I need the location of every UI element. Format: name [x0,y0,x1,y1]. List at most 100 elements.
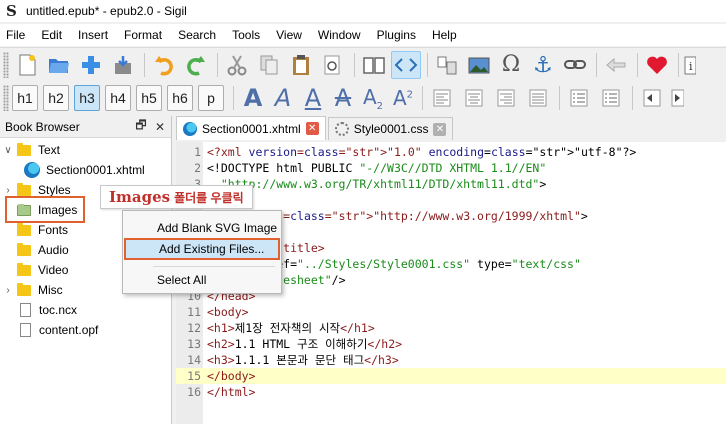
menu-edit[interactable]: Edit [33,24,70,46]
menu-view[interactable]: View [268,24,310,46]
new-file-icon [19,54,36,75]
tree-item-label: Audio [38,243,69,257]
menu-item-add-existing-files[interactable]: Add Existing Files... [124,238,280,260]
code-view-button[interactable] [391,50,421,79]
code-line[interactable]: 3 "http://www.w3.org/TR/xhtml11/DTD/xhtm… [176,176,726,192]
chevron-down-icon[interactable]: ∨ [3,145,13,156]
heading-h3-button[interactable]: h3 [74,85,100,111]
anchor-icon: ⚓ [533,51,553,77]
toolbar-separator [354,52,355,77]
images-highlight-box [5,196,85,223]
split-button[interactable] [432,51,462,79]
align-justify-button[interactable] [523,84,553,112]
italic-button[interactable]: A [268,84,298,112]
tab-section0001[interactable]: Section0001.xhtml ✕ [176,116,326,140]
menu-window[interactable]: Window [310,24,369,46]
heading-h4-button[interactable]: h4 [105,85,131,111]
code-line[interactable]: 2 <!DOCTYPE html PUBLIC "-//W3C//DTD XHTM… [176,160,726,176]
underline-button[interactable]: A [298,84,328,112]
indent-button[interactable] [669,84,685,112]
paste-button[interactable] [286,51,316,79]
tree-item-toc[interactable]: toc.ncx [20,300,77,320]
insert-special-char-button[interactable]: Ω [496,51,526,79]
subscript-button[interactable]: A2 [358,84,388,112]
heading-h5-button[interactable]: h5 [136,85,162,111]
bullet-list-button[interactable] [564,84,594,112]
context-menu: Add Blank SVG Image Add Existing Files..… [122,210,282,294]
preview-button[interactable] [318,51,348,79]
undo-button[interactable] [149,51,179,79]
back-button[interactable] [601,51,631,79]
heading-h1-button[interactable]: h1 [12,85,38,111]
tree-item-label: Text [38,143,61,157]
insert-image-button[interactable] [464,51,494,79]
strikethrough-button[interactable]: A [328,84,358,112]
code-text: <h2>1.1 HTML 구조 이해하기</h2> [207,337,403,351]
tree-item-audio[interactable]: Audio [3,240,69,260]
heading-h2-button[interactable]: h2 [43,85,69,111]
close-icon[interactable]: ✕ [433,122,447,136]
redo-button[interactable] [181,51,211,79]
close-icon[interactable]: ✕ [305,122,319,135]
chevron-right-icon[interactable]: › [3,185,13,196]
tree-item-misc[interactable]: › Misc [3,280,63,300]
open-folder-button[interactable] [44,51,74,79]
code-line[interactable]: 12 <h1>제1장 전자책의 시작</h1> [176,320,726,336]
open-folder-icon [49,58,69,73]
menu-search[interactable]: Search [170,24,224,46]
menu-plugins[interactable]: Plugins [369,24,424,46]
bold-button[interactable]: A [238,84,268,112]
tree-item-section0001[interactable]: Section0001.xhtml [24,160,145,180]
tree-item-label: Styles [38,183,71,197]
numbered-list-button[interactable] [596,84,626,112]
info-button[interactable]: i [683,51,697,79]
insert-id-button[interactable]: ⚓ [528,51,558,79]
insert-link-button[interactable] [560,51,590,79]
book-view-button[interactable] [359,51,389,79]
cut-button[interactable] [222,51,252,79]
save-button[interactable] [108,51,138,79]
outdent-icon [643,89,661,107]
code-line[interactable]: 13 <h2>1.1 HTML 구조 이해하기</h2> [176,336,726,352]
tree-item-video[interactable]: Video [3,260,68,280]
menu-help[interactable]: Help [424,24,465,46]
new-file-button[interactable] [12,51,42,79]
code-line[interactable]: 1 <?xml version=class="str">"1.0" encodin… [176,144,726,160]
add-button[interactable] [76,51,106,79]
folder-icon [17,142,31,156]
tree-item-fonts[interactable]: Fonts [3,220,68,240]
menu-item-select-all[interactable]: Select All [124,269,280,291]
tree-item-text[interactable]: ∨ Text [3,140,60,160]
menu-insert[interactable]: Insert [70,24,116,46]
paragraph-button[interactable]: p [198,85,224,111]
menu-tools[interactable]: Tools [224,24,268,46]
code-line[interactable]: 16 </html> [176,384,726,400]
menu-item-add-blank-svg[interactable]: Add Blank SVG Image [124,217,280,239]
edge-browser-icon [24,162,40,178]
title-bar: S untitled.epub* - epub2.0 - Sigil [0,0,726,22]
code-line[interactable]: 15 </body> [176,368,726,384]
donate-button[interactable] [642,51,672,79]
toolbar-grip[interactable] [3,85,9,111]
align-center-button[interactable] [459,84,489,112]
align-left-button[interactable] [427,84,457,112]
heading-h6-button[interactable]: h6 [167,85,193,111]
toolbar-grip[interactable] [3,51,9,78]
undock-icon[interactable]: 🗗 [133,116,149,137]
main-toolbar: Ω ⚓ i [0,47,726,81]
copy-button[interactable] [254,51,284,79]
align-right-button[interactable] [491,84,521,112]
menu-file[interactable]: File [0,24,33,46]
tab-label: Section0001.xhtml [202,121,301,136]
chevron-right-icon[interactable]: › [3,285,13,296]
close-icon[interactable]: ✕ [152,120,168,134]
tab-style0001[interactable]: Style0001.css ✕ [327,117,454,140]
outdent-button[interactable] [637,84,667,112]
code-line[interactable]: 11 <body> [176,304,726,320]
tree-item-label: Fonts [38,223,69,237]
superscript-button[interactable]: A2 [388,84,418,112]
code-line[interactable]: 14 <h3>1.1.1 본문과 문단 태그</h3> [176,352,726,368]
code-line[interactable]: 4 [176,192,726,208]
menu-format[interactable]: Format [116,24,170,46]
tree-item-content-opf[interactable]: content.opf [20,320,98,340]
